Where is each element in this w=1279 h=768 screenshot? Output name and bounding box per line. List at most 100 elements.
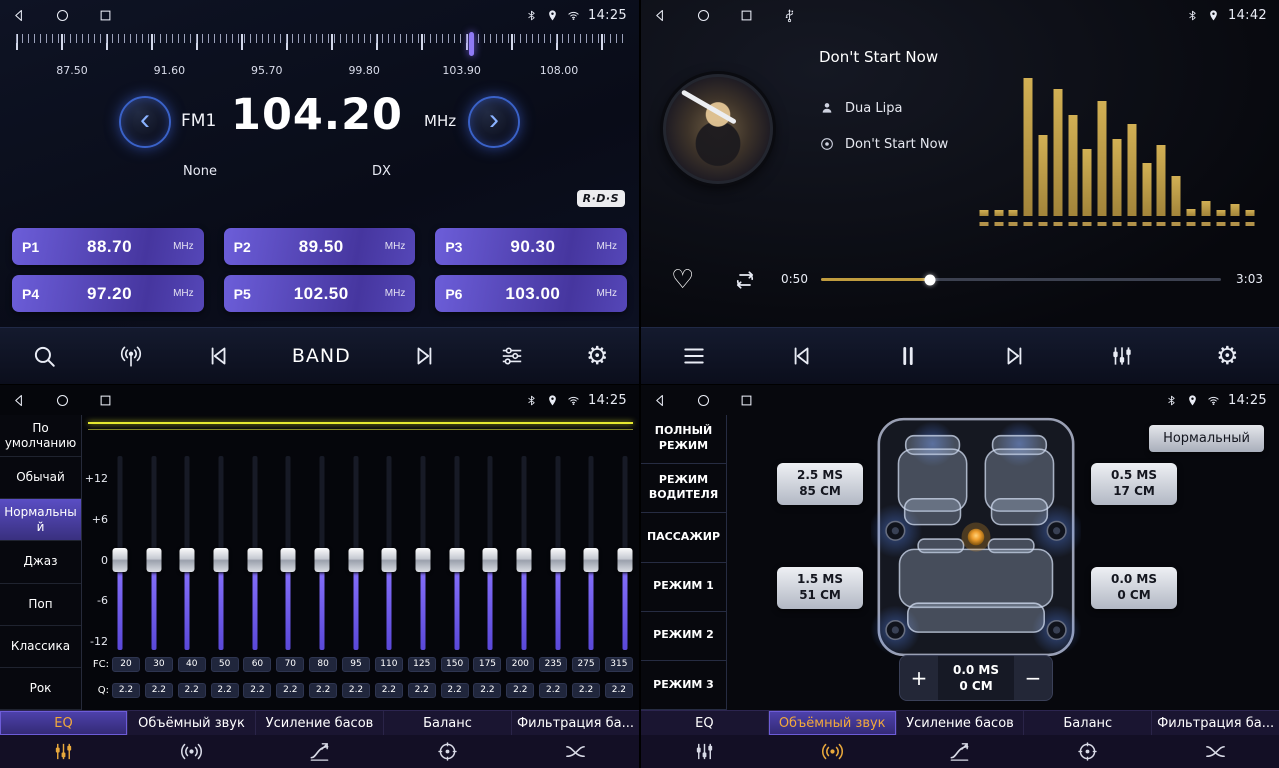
fc-value[interactable]: 150 xyxy=(441,657,469,672)
back-icon[interactable] xyxy=(12,8,27,23)
recents-icon[interactable] xyxy=(98,8,113,23)
fc-value[interactable]: 95 xyxy=(342,657,370,672)
preset-button[interactable]: P6 103.00 MHz xyxy=(435,275,627,312)
audio-tab[interactable]: EQ xyxy=(0,711,128,735)
bass-boost-tab-icon[interactable] xyxy=(896,740,1024,763)
slider-handle[interactable] xyxy=(415,548,430,572)
fc-value[interactable]: 80 xyxy=(309,657,337,672)
slider-handle[interactable] xyxy=(382,548,397,572)
eq-band-slider[interactable] xyxy=(516,456,532,650)
eq-tab-icon[interactable] xyxy=(641,740,769,763)
eq-band-slider[interactable] xyxy=(482,456,498,650)
next-track-icon[interactable] xyxy=(1002,343,1028,369)
q-value[interactable]: 2.2 xyxy=(441,683,469,698)
slider-handle[interactable] xyxy=(483,548,498,572)
fc-value[interactable]: 125 xyxy=(408,657,436,672)
q-value[interactable]: 2.2 xyxy=(539,683,567,698)
eq-preset-item[interactable]: Нормальный xyxy=(0,499,81,541)
back-icon[interactable] xyxy=(12,393,27,408)
eq-preset-item[interactable]: Джаз xyxy=(0,541,81,583)
slider-handle[interactable] xyxy=(617,548,632,572)
balance-tab-icon[interactable] xyxy=(383,740,511,763)
progress-thumb[interactable] xyxy=(925,274,936,285)
slider-handle[interactable] xyxy=(146,548,161,572)
slider-handle[interactable] xyxy=(314,548,329,572)
search-icon[interactable] xyxy=(31,343,57,369)
slider-handle[interactable] xyxy=(281,548,296,572)
tuner-needle[interactable] xyxy=(469,32,474,56)
q-value[interactable]: 2.2 xyxy=(408,683,436,698)
listening-mode-item[interactable]: РЕЖИМ 3 xyxy=(641,661,726,710)
q-value[interactable]: 2.2 xyxy=(178,683,206,698)
delay-front-right-button[interactable]: 0.5 MS 17 CM xyxy=(1091,463,1177,505)
slider-handle[interactable] xyxy=(180,548,195,572)
fc-value[interactable]: 315 xyxy=(605,657,633,672)
audio-tab[interactable]: Объёмный звук xyxy=(769,711,897,735)
delay-rear-right-button[interactable]: 0.0 MS 0 CM xyxy=(1091,567,1177,609)
eq-band-slider[interactable] xyxy=(415,456,431,650)
audio-tab[interactable]: Фильтрация ба... xyxy=(1152,711,1279,735)
fc-value[interactable]: 275 xyxy=(572,657,600,672)
playlist-icon[interactable] xyxy=(681,343,707,369)
surround-tab-icon[interactable] xyxy=(769,740,897,763)
eq-band-slider[interactable] xyxy=(381,456,397,650)
slider-handle[interactable] xyxy=(449,548,464,572)
eq-preset-item[interactable]: Рок xyxy=(0,668,81,710)
delay-front-left-button[interactable]: 2.5 MS 85 CM xyxy=(777,463,863,505)
pause-icon[interactable] xyxy=(895,343,921,369)
preset-button[interactable]: P3 90.30 MHz xyxy=(435,228,627,265)
fc-value[interactable]: 40 xyxy=(178,657,206,672)
faders-icon[interactable] xyxy=(1109,343,1135,369)
eq-band-slider[interactable] xyxy=(449,456,465,650)
preset-button[interactable]: P1 88.70 MHz xyxy=(12,228,204,265)
surround-tab-icon[interactable] xyxy=(128,740,256,763)
eq-preset-item[interactable]: По умолчанию xyxy=(0,415,81,457)
sound-profile-button[interactable]: Нормальный xyxy=(1149,425,1264,452)
q-value[interactable]: 2.2 xyxy=(211,683,239,698)
eq-band-slider[interactable] xyxy=(348,456,364,650)
eq-band-slider[interactable] xyxy=(280,456,296,650)
eq-band-slider[interactable] xyxy=(583,456,599,650)
fc-value[interactable]: 20 xyxy=(112,657,140,672)
home-icon[interactable] xyxy=(55,393,70,408)
listening-mode-item[interactable]: РЕЖИМ ВОДИТЕЛЯ xyxy=(641,464,726,513)
listening-mode-item[interactable]: РЕЖИМ 2 xyxy=(641,612,726,661)
slider-handle[interactable] xyxy=(516,548,531,572)
audio-tab[interactable]: Фильтрация ба... xyxy=(512,711,639,735)
preset-button[interactable]: P4 97.20 MHz xyxy=(12,275,204,312)
seek-down-button[interactable]: ‹ xyxy=(119,96,171,148)
eq-band-slider[interactable] xyxy=(146,456,162,650)
q-value[interactable]: 2.2 xyxy=(605,683,633,698)
q-value[interactable]: 2.2 xyxy=(243,683,271,698)
q-value[interactable]: 2.2 xyxy=(342,683,370,698)
slider-handle[interactable] xyxy=(550,548,565,572)
slider-handle[interactable] xyxy=(213,548,228,572)
fc-value[interactable]: 30 xyxy=(145,657,173,672)
favorite-heart-icon[interactable]: ♡ xyxy=(671,264,694,295)
audio-tab[interactable]: Усиление басов xyxy=(256,711,384,735)
q-value[interactable]: 2.2 xyxy=(375,683,403,698)
listening-mode-item[interactable]: ПОЛНЫЙ РЕЖИМ xyxy=(641,415,726,464)
eq-band-slider[interactable] xyxy=(213,456,229,650)
slider-handle[interactable] xyxy=(113,548,128,572)
eq-preset-item[interactable]: Поп xyxy=(0,584,81,626)
preset-button[interactable]: P5 102.50 MHz xyxy=(224,275,416,312)
q-value[interactable]: 2.2 xyxy=(572,683,600,698)
fc-value[interactable]: 175 xyxy=(473,657,501,672)
eq-preset-item[interactable]: Классика xyxy=(0,626,81,668)
slider-handle[interactable] xyxy=(348,548,363,572)
eq-band-slider[interactable] xyxy=(247,456,263,650)
prev-track-icon[interactable] xyxy=(788,343,814,369)
bass-boost-tab-icon[interactable] xyxy=(256,740,384,763)
fc-value[interactable]: 235 xyxy=(539,657,567,672)
tune-sliders-icon[interactable] xyxy=(499,343,525,369)
back-icon[interactable] xyxy=(653,8,668,23)
slider-handle[interactable] xyxy=(584,548,599,572)
band-button[interactable]: BAND xyxy=(292,345,351,367)
eq-band-slider[interactable] xyxy=(617,456,633,650)
slider-handle[interactable] xyxy=(247,548,262,572)
eq-band-slider[interactable] xyxy=(314,456,330,650)
delay-increase-button[interactable]: + xyxy=(900,656,938,700)
q-value[interactable]: 2.2 xyxy=(112,683,140,698)
filter-tab-icon[interactable] xyxy=(511,740,639,763)
